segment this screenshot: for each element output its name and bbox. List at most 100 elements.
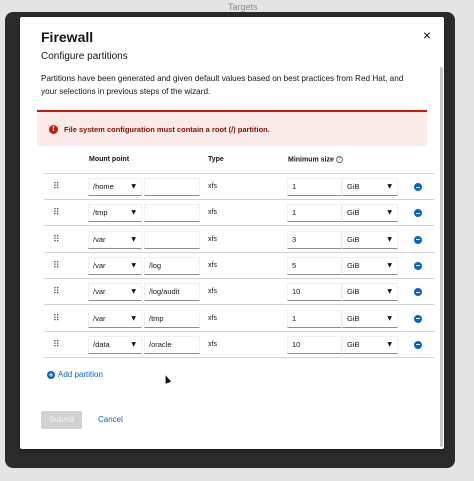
filesystem-type: xfs xyxy=(208,288,217,296)
mount-point-select[interactable]: /var ▼ xyxy=(88,230,142,249)
close-icon[interactable]: × xyxy=(420,28,434,42)
mount-point-suffix-input[interactable]: /tmp xyxy=(144,309,200,328)
size-unit-value: GiB xyxy=(347,260,360,270)
filesystem-type: xfs xyxy=(208,209,217,217)
mount-point-value: /data xyxy=(93,339,110,349)
size-unit-select[interactable]: GiB ▼ xyxy=(342,256,398,275)
plus-circle-icon: + xyxy=(47,370,55,379)
remove-partition-icon[interactable] xyxy=(414,261,422,270)
mount-point-suffix-input[interactable]: /log/audit xyxy=(144,283,200,302)
caret-down-icon: ▼ xyxy=(387,314,392,322)
mount-point-value: /var xyxy=(93,260,106,270)
caret-down-icon: ▼ xyxy=(131,340,136,348)
minimum-size-input[interactable]: 10 xyxy=(287,335,342,354)
mouse-cursor-icon xyxy=(162,374,172,384)
modal-scrollbar[interactable] xyxy=(440,67,443,447)
modal-subtitle: Configure partitions xyxy=(41,51,128,62)
mount-point-select[interactable]: /tmp ▼ xyxy=(88,204,142,223)
column-header-minimum-size-label: Minimum size xyxy=(288,156,334,164)
caret-down-icon: ▼ xyxy=(131,314,136,322)
size-unit-select[interactable]: GiB ▼ xyxy=(342,309,398,328)
partition-row: ⠿ /var ▼ xfs 3 GiB ▼ xyxy=(44,227,434,253)
submit-button[interactable]: Submit xyxy=(41,411,82,429)
remove-partition-icon[interactable] xyxy=(414,340,422,349)
size-unit-select[interactable]: GiB ▼ xyxy=(342,283,398,302)
mount-point-value: /var xyxy=(93,234,106,244)
mount-point-suffix-input[interactable] xyxy=(144,230,200,249)
size-unit-select[interactable]: GiB ▼ xyxy=(342,335,398,354)
help-icon[interactable]: ? xyxy=(335,156,343,163)
filesystem-type: xfs xyxy=(208,314,217,322)
minimum-size-input[interactable]: 1 xyxy=(287,178,342,196)
drag-handle-icon[interactable]: ⠿ xyxy=(53,314,60,324)
partition-row: ⠿ /var ▼ /tmp xfs 1 GiB ▼ xyxy=(44,306,434,332)
partition-row: ⠿ /home ▼ xfs 1 GiB ▼ xyxy=(44,174,434,200)
minimum-size-input[interactable]: 5 xyxy=(287,256,342,275)
minimum-size-input[interactable]: 1 xyxy=(287,204,342,223)
size-unit-select[interactable]: GiB ▼ xyxy=(342,230,398,249)
size-unit-value: GiB xyxy=(347,287,360,297)
modal-title: Firewall xyxy=(41,29,94,45)
caret-down-icon: ▼ xyxy=(387,235,392,243)
mount-point-select[interactable]: /var ▼ xyxy=(88,283,142,302)
remove-partition-icon[interactable] xyxy=(414,288,422,297)
partition-row: ⠿ /tmp ▼ xfs 1 GiB ▼ xyxy=(44,200,434,227)
caret-down-icon: ▼ xyxy=(387,340,392,348)
add-partition-button[interactable]: + Add partition xyxy=(47,370,103,379)
mount-point-suffix-input[interactable]: /oracle xyxy=(144,335,200,354)
column-header-minimum-size: Minimum size? xyxy=(288,156,343,163)
remove-partition-icon[interactable] xyxy=(414,314,422,323)
caret-down-icon: ▼ xyxy=(131,235,136,243)
mount-point-select[interactable]: /var ▼ xyxy=(88,256,142,275)
mount-point-value: /var xyxy=(93,287,106,297)
size-unit-value: GiB xyxy=(347,208,360,218)
caret-down-icon: ▼ xyxy=(131,183,136,190)
caret-down-icon: ▼ xyxy=(131,261,136,269)
filesystem-type: xfs xyxy=(208,235,217,243)
drag-handle-icon[interactable]: ⠿ xyxy=(53,208,60,218)
partition-row: ⠿ /data ▼ /oracle xfs 10 GiB ▼ xyxy=(44,332,434,358)
drag-handle-icon[interactable]: ⠿ xyxy=(53,182,60,192)
caret-down-icon: ▼ xyxy=(387,209,392,217)
mount-point-select[interactable]: /home ▼ xyxy=(88,178,142,196)
mount-point-select[interactable]: /data ▼ xyxy=(88,335,142,354)
minimum-size-input[interactable]: 1 xyxy=(287,309,342,328)
error-icon: ! xyxy=(49,124,58,134)
size-unit-value: GiB xyxy=(347,339,360,349)
drag-handle-icon[interactable]: ⠿ xyxy=(53,287,60,297)
caret-down-icon: ▼ xyxy=(131,288,136,296)
column-header-type: Type xyxy=(208,156,224,163)
mount-point-value: /var xyxy=(93,313,106,323)
mount-point-value: /tmp xyxy=(93,208,108,218)
remove-partition-icon[interactable] xyxy=(414,209,422,218)
size-unit-select[interactable]: GiB ▼ xyxy=(342,178,398,196)
mount-point-suffix-input[interactable]: /log xyxy=(144,256,200,275)
column-header-mount-point: Mount point xyxy=(89,156,130,163)
error-alert: ! File system configuration must contain… xyxy=(37,110,427,146)
firewall-modal: Firewall × Configure partitions Partitio… xyxy=(20,17,444,449)
remove-partition-icon[interactable] xyxy=(414,183,422,191)
mount-point-value: /home xyxy=(93,182,114,191)
drag-handle-icon[interactable]: ⠿ xyxy=(53,340,60,350)
size-unit-value: GiB xyxy=(347,182,360,191)
modal-description: Partitions have been generated and given… xyxy=(41,74,404,96)
mount-point-suffix-input[interactable] xyxy=(144,204,200,223)
partition-row: ⠿ /var ▼ /log/audit xfs 10 GiB ▼ xyxy=(44,279,434,306)
size-unit-select[interactable]: GiB ▼ xyxy=(342,204,398,223)
alert-text: File system configuration must contain a… xyxy=(64,124,270,134)
minimum-size-input[interactable]: 10 xyxy=(287,283,342,302)
filesystem-type: xfs xyxy=(208,183,217,190)
mount-point-select[interactable]: /var ▼ xyxy=(88,309,142,328)
drag-handle-icon[interactable]: ⠿ xyxy=(53,261,60,271)
caret-down-icon: ▼ xyxy=(387,183,392,190)
filesystem-type: xfs xyxy=(208,261,217,269)
remove-partition-icon[interactable] xyxy=(414,235,422,244)
cancel-button[interactable]: Cancel xyxy=(98,411,123,429)
caret-down-icon: ▼ xyxy=(387,288,392,296)
size-unit-value: GiB xyxy=(347,313,360,323)
drag-handle-icon[interactable]: ⠿ xyxy=(53,235,60,245)
background-heading: Targets xyxy=(228,2,258,12)
partition-row: ⠿ /var ▼ /log xfs 5 GiB ▼ xyxy=(44,253,434,279)
mount-point-suffix-input[interactable] xyxy=(144,178,200,196)
minimum-size-input[interactable]: 3 xyxy=(287,230,342,249)
